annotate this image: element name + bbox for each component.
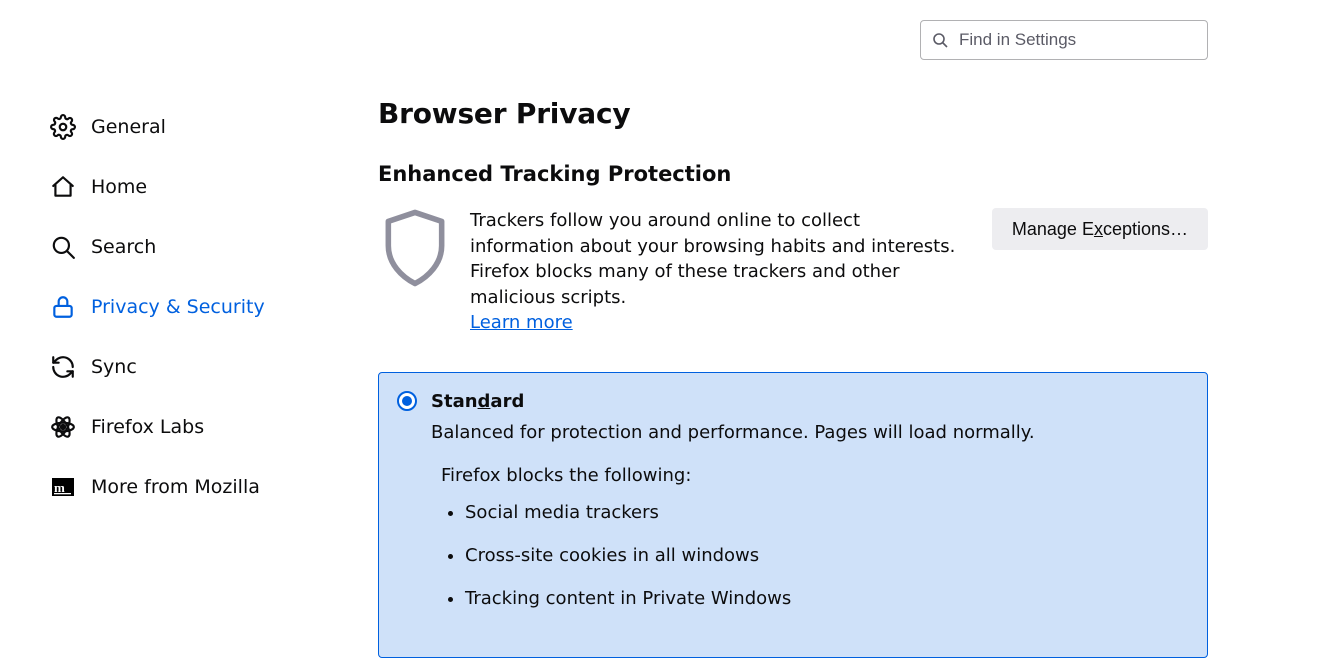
- standard-label: Standard: [431, 391, 524, 412]
- sidebar-item-search[interactable]: Search: [50, 217, 330, 277]
- sidebar-item-label: Home: [91, 176, 147, 198]
- sidebar-item-label: Firefox Labs: [91, 416, 204, 438]
- sync-icon: [50, 354, 76, 380]
- sidebar-item-label: General: [91, 116, 166, 138]
- sidebar-item-more-mozilla[interactable]: m More from Mozilla: [50, 457, 330, 517]
- list-item: Social media trackers: [465, 500, 1181, 525]
- lock-icon: [50, 294, 76, 320]
- sidebar-item-home[interactable]: Home: [50, 157, 330, 217]
- sidebar-item-privacy[interactable]: Privacy & Security: [50, 277, 330, 337]
- mozilla-icon: m: [50, 474, 76, 500]
- sidebar: General Home Search Privacy & Security: [50, 97, 330, 517]
- radio-selected-icon[interactable]: [397, 391, 417, 411]
- main-content: Browser Privacy Enhanced Tracking Protec…: [378, 97, 1208, 658]
- magnifier-icon: [50, 234, 76, 260]
- etp-intro-row: Trackers follow you around online to col…: [378, 208, 1208, 336]
- home-icon: [50, 174, 76, 200]
- atom-icon: [50, 414, 76, 440]
- etp-description: Trackers follow you around online to col…: [470, 210, 955, 308]
- sidebar-item-label: Search: [91, 236, 156, 258]
- svg-text:m: m: [54, 480, 65, 495]
- search-input[interactable]: [920, 20, 1208, 60]
- sidebar-item-label: Sync: [91, 356, 137, 378]
- sidebar-item-labs[interactable]: Firefox Labs: [50, 397, 330, 457]
- list-item: Tracking content in Private Windows: [465, 586, 1181, 611]
- list-item: Cross-site cookies in all windows: [465, 543, 1181, 568]
- sidebar-item-sync[interactable]: Sync: [50, 337, 330, 397]
- manage-exceptions-button[interactable]: Manage Exceptions…: [992, 208, 1208, 250]
- etp-standard-card[interactable]: Standard Balanced for protection and per…: [378, 372, 1208, 658]
- sidebar-item-general[interactable]: General: [50, 97, 330, 157]
- sidebar-item-label: Privacy & Security: [91, 296, 265, 318]
- page-title: Browser Privacy: [378, 97, 1208, 130]
- sidebar-item-label: More from Mozilla: [91, 476, 260, 498]
- standard-radio-row[interactable]: Standard: [397, 391, 1181, 412]
- standard-description: Balanced for protection and performance.…: [431, 420, 1181, 445]
- learn-more-link[interactable]: Learn more: [470, 310, 573, 336]
- blocks-list: Social media trackers Cross-site cookies…: [465, 500, 1181, 612]
- etp-description-block: Trackers follow you around online to col…: [470, 208, 974, 336]
- search-container: [920, 20, 1208, 60]
- gear-icon: [50, 114, 76, 140]
- section-title-etp: Enhanced Tracking Protection: [378, 162, 1208, 186]
- shield-icon: [378, 208, 452, 288]
- blocks-heading: Firefox blocks the following:: [441, 465, 1181, 486]
